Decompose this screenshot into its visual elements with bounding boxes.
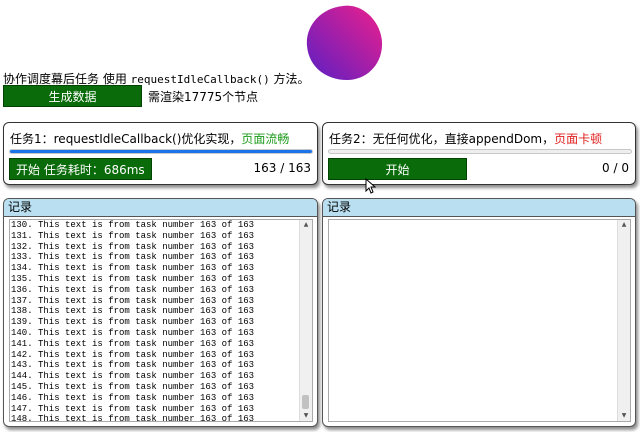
scroll-down-arrow-icon[interactable]: ▼ xyxy=(300,411,312,421)
scroll-down-arrow-icon[interactable]: ▼ xyxy=(618,411,630,421)
task2-start-button[interactable]: 开始 xyxy=(328,158,467,180)
intro-prefix: 协作调度幕后任务 使用 xyxy=(3,72,131,86)
task2-count: 0 / 0 xyxy=(602,161,629,175)
task2-log-panel: 记录 ▲ ▼ xyxy=(322,198,636,427)
log-line: 146. This text is from task number 163 o… xyxy=(11,392,255,403)
log-line: 133. This text is from task number 163 o… xyxy=(11,252,255,263)
task1-count: 163 / 163 xyxy=(253,161,311,175)
node-count-info: 需渲染17775个节点 xyxy=(148,89,259,104)
log-line: 144. This text is from task number 163 o… xyxy=(11,371,255,382)
log-line: 137. This text is from task number 163 o… xyxy=(11,295,255,306)
task1-log-header: 记录 xyxy=(4,199,317,217)
log-line: 136. This text is from task number 163 o… xyxy=(11,284,255,295)
log-line: 142. This text is from task number 163 o… xyxy=(11,349,255,360)
log-line: 130. This text is from task number 163 o… xyxy=(11,220,255,230)
log-line: 143. This text is from task number 163 o… xyxy=(11,360,255,371)
task1-log-panel: 记录 130. This text is from task number 16… xyxy=(3,198,318,427)
log-line: 138. This text is from task number 163 o… xyxy=(11,306,255,317)
log-line: 139. This text is from task number 163 o… xyxy=(11,317,255,328)
generate-data-button[interactable]: 生成数据 xyxy=(3,85,142,107)
task1-start-button[interactable]: 开始 任务耗时：686ms xyxy=(9,158,152,180)
intro-suffix: 方法。 xyxy=(269,72,310,86)
log-line: 148. This text is from task number 163 o… xyxy=(11,414,255,422)
task2-log-scrollbar[interactable]: ▲ ▼ xyxy=(617,220,630,421)
task2-log-textarea[interactable]: ▲ ▼ xyxy=(328,219,631,422)
task1-title-text: 任务1：requestIdleCallback()优化实现， xyxy=(10,132,242,146)
task1-progress-fill xyxy=(10,150,312,153)
task2-title-text: 任务2：无任何优化，直接appendDom， xyxy=(329,132,555,146)
task1-progress-bar xyxy=(9,149,313,154)
log-line: 147. This text is from task number 163 o… xyxy=(11,403,255,414)
log-line: 141. This text is from task number 163 o… xyxy=(11,338,255,349)
log-line: 145. This text is from task number 163 o… xyxy=(11,381,255,392)
task1-log-scrollbar[interactable]: ▲ ▼ xyxy=(299,220,312,421)
log-line: 134. This text is from task number 163 o… xyxy=(11,263,255,274)
scroll-up-arrow-icon[interactable]: ▲ xyxy=(618,220,630,230)
task1-log-textarea[interactable]: 130. This text is from task number 163 o… xyxy=(9,219,313,422)
log-line: 135. This text is from task number 163 o… xyxy=(11,273,255,284)
log-line: 131. This text is from task number 163 o… xyxy=(11,230,255,241)
task1-log-lines: 130. This text is from task number 163 o… xyxy=(11,220,298,422)
scroll-up-arrow-icon[interactable]: ▲ xyxy=(300,220,312,230)
gradient-blob-logo xyxy=(306,5,383,80)
task2-title: 任务2：无任何优化，直接appendDom，页面卡顿 xyxy=(329,130,602,147)
task2-title-highlight: 页面卡顿 xyxy=(554,132,603,146)
task1-title: 任务1：requestIdleCallback()优化实现，页面流畅 xyxy=(10,130,289,147)
scroll-thumb[interactable] xyxy=(302,395,309,409)
task2-progress-bar xyxy=(328,149,632,154)
log-line: 140. This text is from task number 163 o… xyxy=(11,327,255,338)
mouse-pointer-icon xyxy=(365,178,377,194)
log-line: 132. This text is from task number 163 o… xyxy=(11,241,255,252)
task2-log-header: 记录 xyxy=(323,199,635,217)
generate-row: 生成数据 需渲染17775个节点 xyxy=(3,85,258,107)
task1-card: 任务1：requestIdleCallback()优化实现，页面流畅 开始 任务… xyxy=(3,122,318,185)
task2-card: 任务2：无任何优化，直接appendDom，页面卡顿 开始 0 / 0 xyxy=(322,122,636,185)
task1-title-highlight: 页面流畅 xyxy=(241,132,290,146)
